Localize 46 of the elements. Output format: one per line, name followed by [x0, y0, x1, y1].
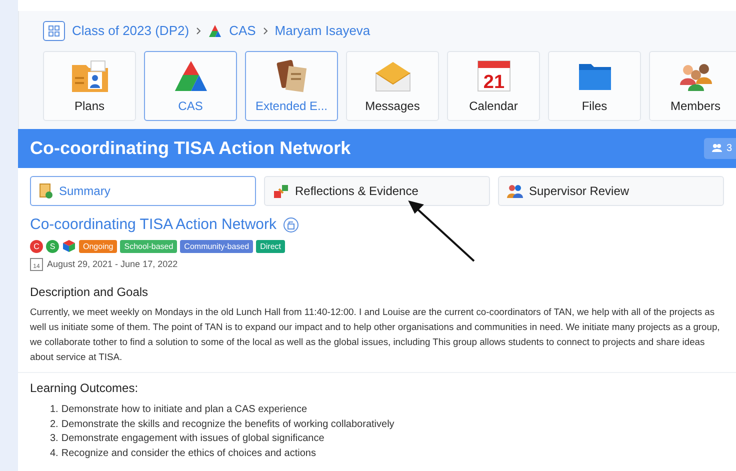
tag: School-based: [120, 240, 178, 252]
lock-icon[interactable]: [282, 216, 299, 232]
app-tile[interactable]: Members: [649, 50, 736, 121]
section-heading: Learning Outcomes:: [30, 381, 140, 395]
strand-badge: C: [30, 240, 43, 252]
tag: Direct: [256, 240, 285, 252]
app-tile[interactable]: CAS: [144, 50, 237, 121]
breadcrumb-link[interactable]: CAS: [229, 23, 256, 38]
calendar-icon: 21: [474, 58, 512, 93]
activity-title: Co-coordinating TISA Action Network: [30, 216, 277, 233]
breadcrumb-link[interactable]: Maryam Isayeva: [274, 23, 370, 38]
document-icon: [39, 183, 53, 199]
chevron-icon: [262, 26, 268, 35]
people-icon: [712, 144, 722, 152]
triangle-logo-icon: [208, 24, 222, 37]
chevron-icon: [196, 26, 202, 35]
tab[interactable]: Summary: [30, 176, 256, 206]
tag: Community-based: [180, 240, 254, 252]
cube-icon: [62, 239, 76, 253]
app-tile[interactable]: Plans: [43, 50, 136, 121]
outcome-text: Recognize and consider the ethics of choices and actions: [61, 446, 316, 460]
tab[interactable]: Reflections & Evidence: [264, 176, 490, 206]
people-icon: [507, 183, 523, 199]
list-number: 4.: [50, 446, 58, 460]
breadcrumb-link[interactable]: Class of 2023 (DP2): [72, 23, 190, 38]
outcome-text: Demonstrate the skills and recognize the benefits of working collaboratively: [61, 418, 394, 432]
page-title: Co-coordinating TISA Action Network: [30, 138, 351, 159]
folder-icon: [70, 58, 108, 93]
apps-grid-button[interactable]: [43, 20, 65, 41]
outcome-text: Demonstrate how to initiate and plan a CAS experience: [61, 403, 308, 417]
list-number: 3.: [50, 432, 58, 446]
app-tile[interactable]: Messages: [346, 50, 439, 121]
description-text: Currently, we meet weekly on Mondays in the old Lunch Hall from 11:40-12:00. I and Louise are the current co-coordinators of TAN, we help with all of the projects as well us initiate some of them. The point of TAN is to expand our impact and to help other organisations and communities in need. We initiate many projects as a group, we collaborate tother to find a solution to some of the local as well as the global issues, including This group allows students to connect to projects and share ideas about service at TISA.: [30, 305, 721, 364]
app-tile[interactable]: Files: [548, 50, 641, 121]
app-tile[interactable]: 21 Calendar: [447, 50, 540, 121]
section-heading: Description and Goals: [30, 285, 150, 299]
list-number: 1.: [50, 403, 58, 417]
tab[interactable]: Supervisor Review: [498, 176, 724, 206]
date-range: August 29, 2021 - June 17, 2022: [47, 259, 178, 269]
outcome-text: Demonstrate engagement with issues of global significance: [61, 432, 324, 446]
grid-icon: [48, 24, 60, 37]
shapes-icon: [273, 183, 289, 199]
tag: Ongoing: [79, 240, 118, 252]
list-number: 2.: [50, 418, 58, 432]
app-tile[interactable]: Extended E...: [245, 50, 338, 121]
strand-badge: S: [46, 240, 59, 252]
